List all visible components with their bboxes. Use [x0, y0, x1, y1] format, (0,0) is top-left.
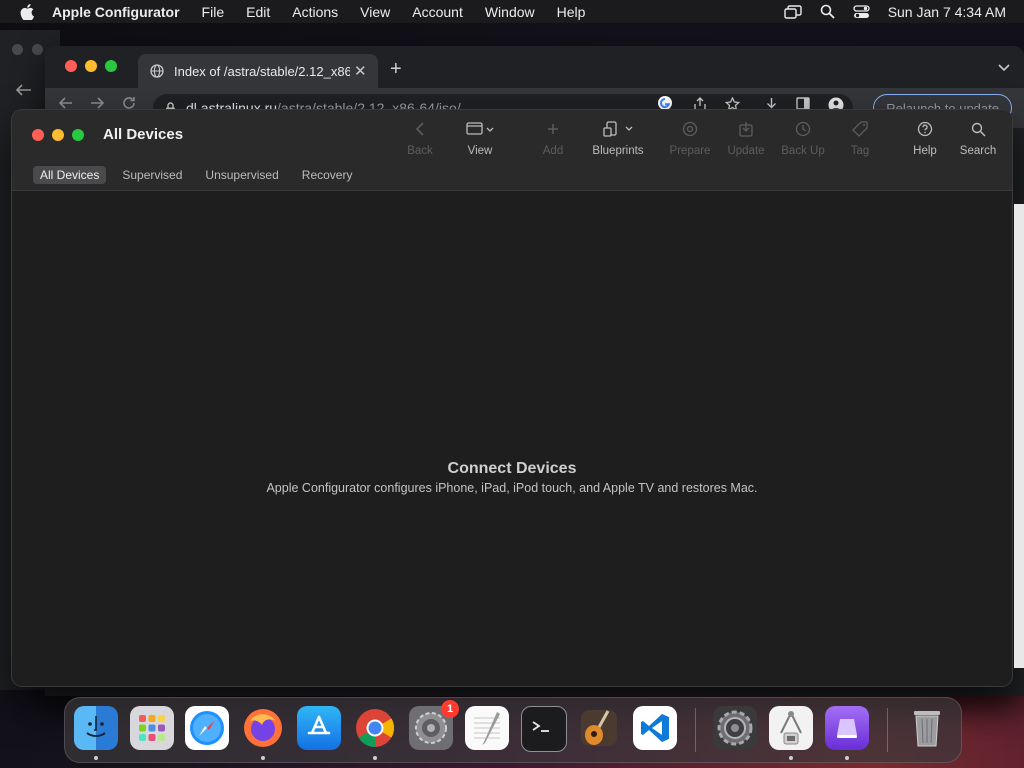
tag-label: Tag — [850, 145, 870, 157]
menu-edit[interactable]: Edit — [246, 4, 270, 20]
settings-icon[interactable] — [713, 706, 757, 750]
search-label: Search — [959, 145, 997, 157]
chrome-tab-strip: Index of /astra/stable/2.12_x86-64/iso/ … — [45, 46, 1024, 88]
update-button[interactable]: Update — [716, 118, 776, 162]
configurator-close-button[interactable] — [32, 129, 44, 141]
view-label: View — [467, 145, 493, 157]
safari-icon[interactable] — [185, 706, 229, 750]
globe-icon — [150, 64, 164, 78]
view-window-icon — [466, 118, 494, 140]
back-button[interactable]: Back — [390, 118, 450, 162]
empty-state-title: Connect Devices — [447, 460, 577, 477]
tab-search-chevron-icon[interactable] — [998, 60, 1010, 75]
back-up-button[interactable]: Back Up — [773, 118, 833, 162]
dock-separator — [695, 708, 696, 752]
chrome-zoom-button[interactable] — [105, 60, 117, 72]
configurator-toolbar: All Devices Back View Add Blueprints Pre… — [12, 110, 1012, 191]
purple-app-running-dot — [845, 756, 849, 760]
launchpad-icon[interactable] — [130, 706, 174, 750]
background-window-edge — [1014, 204, 1024, 668]
apple-configurator-window: All Devices Back View Add Blueprints Pre… — [12, 110, 1012, 686]
back-up-label: Back Up — [781, 145, 825, 157]
update-label: Update — [727, 145, 765, 157]
chrome-tab-active[interactable]: Index of /astra/stable/2.12_x86-64/iso/ … — [138, 54, 378, 88]
help-label: Help — [913, 145, 937, 157]
trash-icon[interactable] — [905, 706, 949, 750]
update-icon — [739, 118, 753, 140]
terminal-icon[interactable] — [521, 706, 567, 752]
menu-clock[interactable]: Sun Jan 7 4:34 AM — [888, 4, 1006, 20]
firefox-icon[interactable] — [241, 706, 285, 750]
chrome-close-button[interactable] — [65, 60, 77, 72]
device-filter-bar: All Devices Supervised Unsupervised Reco… — [33, 166, 368, 184]
textedit-icon[interactable] — [465, 706, 509, 750]
tag-icon — [852, 118, 868, 140]
menu-bar: Apple Configurator File Edit Actions Vie… — [0, 0, 1024, 23]
prepare-gear-icon — [682, 118, 698, 140]
spotlight-search-icon[interactable] — [820, 4, 835, 19]
filter-all-devices[interactable]: All Devices — [33, 166, 107, 184]
menu-file[interactable]: File — [202, 4, 225, 20]
chrome-running-dot — [373, 756, 377, 760]
blueprints-button[interactable]: Blueprints — [588, 118, 648, 162]
chrome-minimize-button[interactable] — [85, 60, 97, 72]
finder-running-dot — [94, 756, 98, 760]
back-label: Back — [407, 145, 433, 157]
chrome-tab-title: Index of /astra/stable/2.12_x86-64/iso/ — [174, 63, 350, 79]
help-question-icon — [917, 118, 933, 140]
screen-mirroring-icon[interactable] — [783, 4, 802, 19]
dock: 1 — [64, 697, 962, 763]
control-center-icon[interactable] — [853, 4, 870, 19]
apple-menu-icon[interactable] — [18, 3, 36, 21]
menu-view[interactable]: View — [360, 4, 390, 20]
chevron-left-icon — [415, 118, 425, 140]
menu-app-name[interactable]: Apple Configurator — [52, 4, 180, 20]
garageband-icon[interactable] — [577, 706, 621, 750]
blueprints-app-icon[interactable] — [825, 706, 869, 750]
configurator-zoom-button[interactable] — [72, 129, 84, 141]
window-close-dot — [12, 44, 23, 55]
search-button[interactable]: Search — [948, 118, 1008, 162]
firefox-running-dot — [261, 756, 265, 760]
filter-recovery[interactable]: Recovery — [295, 166, 360, 184]
notification-badge: 1 — [441, 700, 459, 718]
menu-help[interactable]: Help — [557, 4, 586, 20]
empty-state: Connect Devices Apple Configurator confi… — [12, 460, 1012, 495]
blueprints-label: Blueprints — [592, 145, 644, 157]
search-icon — [971, 118, 986, 140]
prepare-label: Prepare — [669, 145, 711, 157]
window-title: All Devices — [103, 126, 184, 143]
back-arrow-icon[interactable] — [16, 84, 32, 96]
system-preferences-icon[interactable]: 1 — [409, 700, 459, 750]
dock-separator-trash — [887, 708, 888, 752]
menu-window[interactable]: Window — [485, 4, 535, 20]
chrome-icon[interactable] — [353, 706, 397, 750]
apple-configurator-icon[interactable] — [769, 706, 813, 750]
plus-icon — [547, 118, 559, 140]
vscode-icon[interactable] — [633, 706, 677, 750]
tab-close-icon[interactable]: ✕ — [354, 62, 367, 80]
empty-state-subtitle: Apple Configurator configures iPhone, iP… — [266, 481, 758, 495]
filter-unsupervised[interactable]: Unsupervised — [198, 166, 285, 184]
back-up-clock-icon — [795, 118, 811, 140]
app-store-icon[interactable] — [297, 706, 341, 750]
view-button[interactable]: View — [450, 118, 510, 162]
add-label: Add — [542, 145, 564, 157]
configurator-running-dot — [789, 756, 793, 760]
blueprints-icon — [603, 118, 633, 140]
configurator-minimize-button[interactable] — [52, 129, 64, 141]
tag-button[interactable]: Tag — [830, 118, 890, 162]
window-minimize-dot — [32, 44, 43, 55]
prepare-button[interactable]: Prepare — [660, 118, 720, 162]
menu-account[interactable]: Account — [412, 4, 463, 20]
menu-actions[interactable]: Actions — [292, 4, 338, 20]
filter-supervised[interactable]: Supervised — [115, 166, 189, 184]
finder-icon[interactable] — [74, 706, 118, 750]
add-button[interactable]: Add — [523, 118, 583, 162]
new-tab-button[interactable]: + — [390, 58, 402, 81]
help-button[interactable]: Help — [895, 118, 955, 162]
